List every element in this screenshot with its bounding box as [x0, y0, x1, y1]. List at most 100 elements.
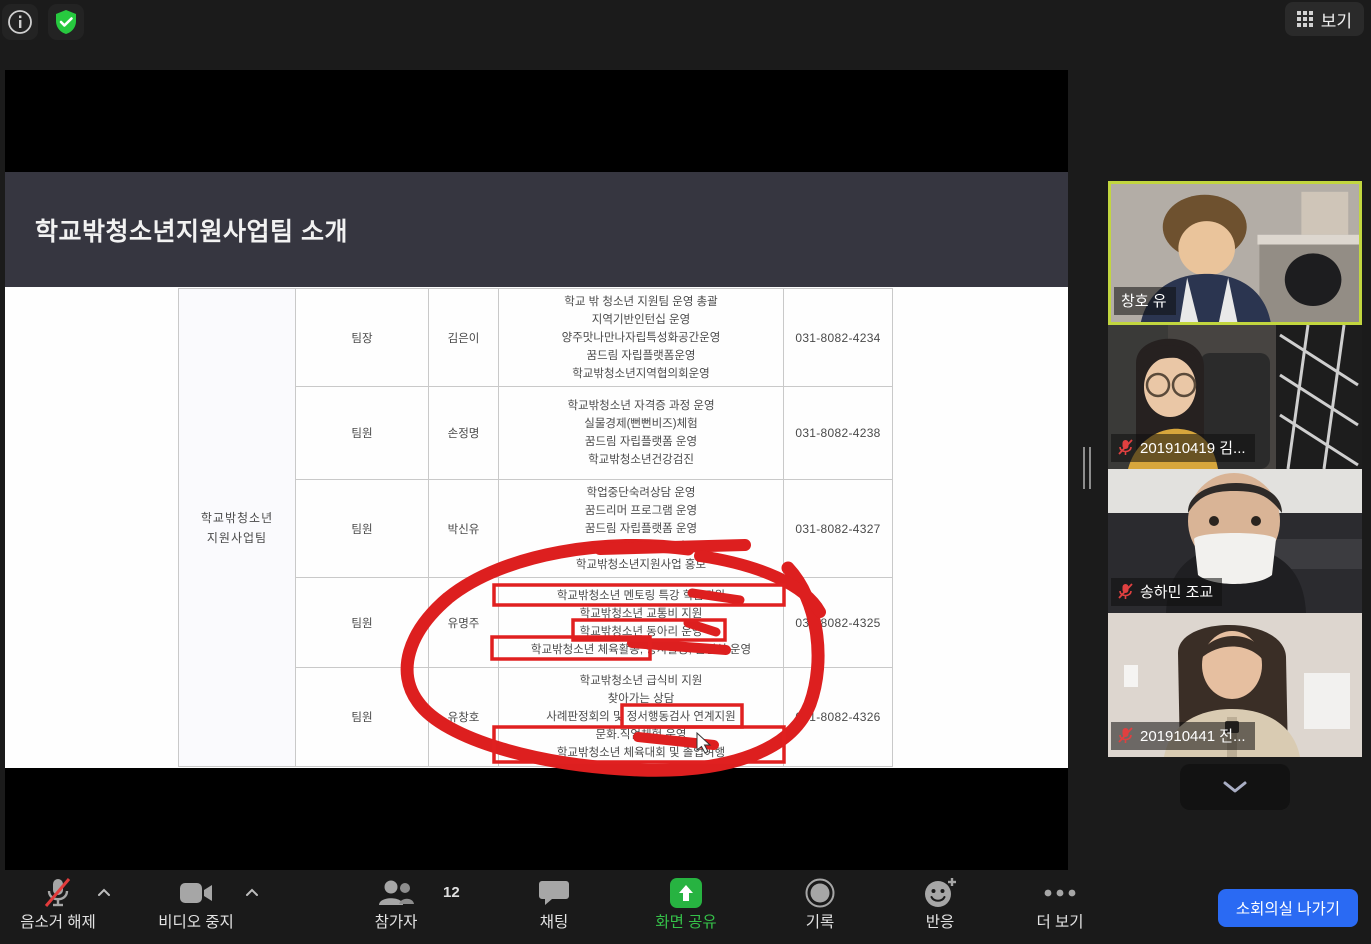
duty-line: 학교밖청소년 교통비 지원	[499, 605, 783, 623]
leave-breakout-room-button[interactable]: 소회의실 나가기	[1218, 889, 1358, 927]
participants-count: 12	[443, 884, 460, 901]
mic-muted-icon	[1118, 439, 1133, 456]
duty-line: 학교 밖 청소년 지원팀 운영 총괄	[499, 293, 783, 311]
duty-line: 양주맛나만나자립특성화공간운영	[499, 329, 783, 347]
video-tile-chang-ho-yu[interactable]: 창호 유	[1108, 181, 1362, 325]
chat-label: 채팅	[540, 910, 569, 932]
duty-line: 학교밖청소년 자격증 과정 운영	[499, 397, 783, 415]
role-cell: 팀원	[296, 578, 429, 668]
video-tile-song-hamin[interactable]: 송하민 조교	[1108, 469, 1362, 613]
share-screen-button[interactable]: 화면 공유	[636, 876, 736, 932]
phone-cell: 031-8082-4234	[784, 289, 893, 387]
duty-line: 학업중단숙려상담 운영	[499, 484, 783, 502]
unmute-label: 음소거 해제	[20, 910, 96, 932]
share-screen-icon	[668, 877, 704, 909]
stop-video-button[interactable]: 비디오 중지	[146, 876, 246, 932]
duty-line: 꿈드림 자립플랫폼 운영	[499, 520, 783, 538]
slide-title: 학교밖청소년지원사업팀 소개	[35, 212, 348, 248]
participant-name-label: 201910419 김...	[1111, 434, 1255, 462]
info-icon	[7, 9, 33, 35]
view-button[interactable]: 보기	[1285, 2, 1364, 36]
slide-content: 학교밖청소년 지원사업팀 팀장 김은이 학교 밖 청소년 지원팀 운영 총괄 지…	[5, 287, 1068, 768]
participants-icon	[377, 879, 415, 907]
slide-title-band: 학교밖청소년지원사업팀 소개	[5, 172, 1068, 287]
duty-line: 학교밖청소년지역협의회운영	[499, 365, 783, 383]
duty-line: 지역기반인턴십 운영	[499, 311, 783, 329]
participant-name: 201910441 전...	[1140, 725, 1246, 746]
view-button-label: 보기	[1321, 7, 1352, 32]
duties-cell: 학교밖청소년 멘토링 특강 학습지원 학교밖청소년 교통비 지원 학교밖청소년 …	[499, 578, 784, 668]
ellipsis-icon	[1043, 888, 1077, 898]
participant-name-label: 201910441 전...	[1111, 722, 1255, 750]
duty-line: 학교밖청소년 체육대회 및 졸업여행	[499, 744, 783, 762]
participant-name: 창호 유	[1121, 290, 1167, 311]
reactions-smiley-icon	[922, 877, 958, 909]
role-cell: 팀원	[296, 387, 429, 480]
reactions-button[interactable]: 반응	[890, 876, 990, 932]
participant-name-label: 창호 유	[1114, 287, 1176, 315]
meeting-toolbar: 음소거 해제 비디오 중지 12 참가자	[0, 870, 1371, 944]
more-button[interactable]: 더 보기	[1010, 876, 1110, 932]
mic-muted-icon	[43, 877, 73, 909]
participants-label: 참가자	[375, 910, 418, 932]
audio-options-caret[interactable]	[97, 884, 111, 902]
stop-video-label: 비디오 중지	[158, 910, 234, 932]
phone-cell: 031-8082-4238	[784, 387, 893, 480]
duty-line: 꿈드리머 프로그램 운영	[499, 502, 783, 520]
security-button[interactable]	[48, 4, 84, 40]
duties-cell: 학교밖청소년 급식비 지원 찾아가는 상담 사례판정회의 및 정서행동검사 연계…	[499, 668, 784, 767]
chat-button[interactable]: 채팅	[504, 876, 604, 932]
participant-name: 송하민 조교	[1140, 581, 1213, 602]
mic-muted-icon	[1118, 727, 1133, 744]
video-options-caret[interactable]	[245, 884, 259, 902]
team-group-line: 지원사업팀	[179, 528, 295, 548]
role-cell: 팀원	[296, 480, 429, 578]
meeting-info-button[interactable]	[2, 4, 38, 40]
duties-cell: 학교밖청소년 자격증 과정 운영 실물경제(뻔뻔비즈)체험 꿈드림 자립플랫폼 …	[499, 387, 784, 480]
record-label: 기록	[806, 910, 835, 932]
record-icon	[804, 877, 836, 909]
duty-line: 학교밖청소년 체육활동, 봉사활동, 졸업식 운영	[499, 641, 783, 659]
chevron-down-icon	[1222, 780, 1248, 794]
more-label: 더 보기	[1036, 910, 1083, 932]
team-group-line: 학교밖청소년	[179, 508, 295, 528]
duty-line: 학교밖청소년 멘토링 특강 학습지원	[499, 587, 783, 605]
reactions-label: 반응	[926, 910, 955, 932]
participants-button[interactable]: 12 참가자	[346, 876, 446, 932]
org-table: 학교밖청소년 지원사업팀 팀장 김은이 학교 밖 청소년 지원팀 운영 총괄 지…	[178, 288, 893, 767]
duties-cell: 학업중단숙려상담 운영 꿈드리머 프로그램 운영 꿈드림 자립플랫폼 운영 사례…	[499, 480, 784, 578]
duty-line: 사례판정회의 및 정서행동검사 연계지원	[499, 708, 783, 726]
participant-name-label: 송하민 조교	[1111, 578, 1222, 606]
table-row: 학교밖청소년 지원사업팀 팀장 김은이 학교 밖 청소년 지원팀 운영 총괄 지…	[179, 289, 893, 387]
camera-icon	[178, 881, 214, 905]
unmute-button[interactable]: 음소거 해제	[8, 876, 108, 932]
shared-screen: 학교밖청소년지원사업팀 소개 학교밖청소년 지원사업팀 팀장 김은이 학교 밖 …	[5, 70, 1068, 870]
duty-line: 꿈드림 자립플랫폼운영	[499, 347, 783, 365]
name-cell: 손정명	[429, 387, 499, 480]
mic-muted-icon	[1118, 583, 1133, 600]
phone-cell: 031-8082-4327	[784, 480, 893, 578]
duty-line: 학교밖청소년건강검진	[499, 451, 783, 469]
role-cell: 팀장	[296, 289, 429, 387]
team-group-cell: 학교밖청소년 지원사업팀	[179, 289, 296, 767]
duty-line: 꿈드림 자립플랫폼 운영	[499, 433, 783, 451]
video-tile-201910441[interactable]: 201910441 전...	[1108, 613, 1362, 757]
duty-line: 학교밖청소년 급식비 지원	[499, 672, 783, 690]
name-cell: 박신유	[429, 480, 499, 578]
record-button[interactable]: 기록	[770, 876, 870, 932]
duty-line: 학교밖청소년 동아리 운영	[499, 623, 783, 641]
phone-cell: 031-8082-4325	[784, 578, 893, 668]
participant-name: 201910419 김...	[1140, 437, 1246, 458]
collapse-videos-button[interactable]	[1180, 764, 1290, 810]
duty-line: 실물경제(뻔뻔비즈)체험	[499, 415, 783, 433]
chat-bubble-icon	[539, 879, 569, 907]
grid-view-icon	[1297, 11, 1313, 27]
panel-resize-handle[interactable]	[1082, 447, 1092, 489]
duty-line: 사례판정회의 운영	[499, 538, 783, 556]
phone-cell: 031-8082-4326	[784, 668, 893, 767]
name-cell: 유창호	[429, 668, 499, 767]
video-tile-201910419[interactable]: 201910419 김...	[1108, 325, 1362, 469]
duties-cell: 학교 밖 청소년 지원팀 운영 총괄 지역기반인턴십 운영 양주맛나만나자립특성…	[499, 289, 784, 387]
duty-line: 찾아가는 상담	[499, 690, 783, 708]
share-screen-label: 화면 공유	[655, 910, 716, 932]
